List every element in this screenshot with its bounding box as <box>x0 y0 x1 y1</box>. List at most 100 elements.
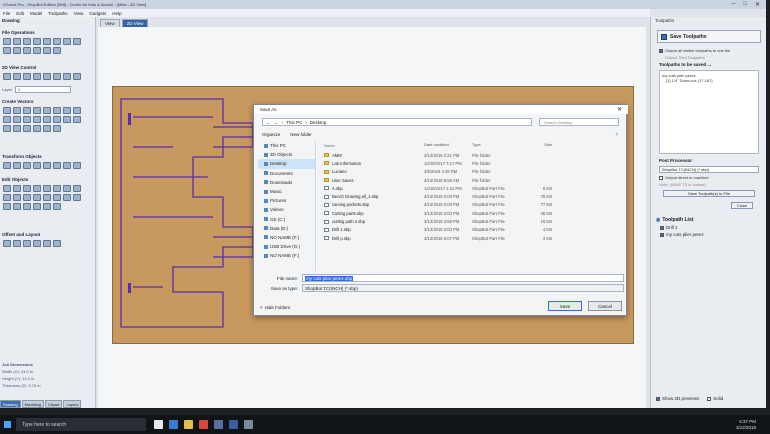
nav-item[interactable]: Documents <box>258 169 315 178</box>
drive-icon <box>264 226 268 231</box>
post-processor-select[interactable]: ShopBot TC(INCH) (*.sbp) <box>659 166 759 173</box>
create-vectors-tools[interactable] <box>3 107 81 132</box>
menu-help[interactable]: Help <box>112 11 121 16</box>
menu-gadgets[interactable]: Gadgets <box>89 11 106 16</box>
nav-item[interactable]: Music <box>258 187 315 196</box>
file-row[interactable]: Bench Drawing all_1.sbp 3/12/2018 3:03 PM… <box>320 192 620 200</box>
nav-item[interactable]: 3D Objects <box>258 150 315 159</box>
file-explorer-icon[interactable] <box>184 420 193 429</box>
nav-item[interactable]: NO NAME (F:) <box>258 233 315 242</box>
hide-folders-toggle[interactable]: ˄ Hide Folders <box>260 305 290 310</box>
view-control-tools[interactable] <box>3 73 81 80</box>
nav-item-selected[interactable]: Desktop <box>258 159 315 169</box>
tab-layers[interactable]: Layers <box>63 400 82 408</box>
breadcrumb-desktop[interactable]: Desktop <box>310 120 327 125</box>
file-date: 3/12/2018 6:07 PM <box>424 235 460 241</box>
solid-option[interactable]: Solid <box>707 396 723 401</box>
help-icon[interactable]: ? <box>615 132 624 137</box>
menu-toolpaths[interactable]: Toolpaths <box>48 11 67 16</box>
dialog-close-icon[interactable]: ✕ <box>617 106 628 113</box>
file-date: 3/12/2018 3:03 PM <box>424 210 460 216</box>
breadcrumb-this-pc[interactable]: This PC <box>286 120 302 125</box>
tab-clipart[interactable]: Clipart <box>44 400 63 408</box>
nav-item[interactable]: Pictures <box>258 196 315 205</box>
file-row[interactable]: cutting path 2.sbp 3/12/2018 3:58 PM ShopB… <box>320 217 620 225</box>
file-size: 19 KB <box>540 219 552 225</box>
pc-icon <box>264 143 268 148</box>
file-operations-tools[interactable] <box>3 38 81 54</box>
save-toolpaths-header: Save Toolpaths <box>657 30 761 43</box>
opt-visible-checkbox[interactable] <box>659 48 663 53</box>
organize-button[interactable]: Organize <box>262 132 280 137</box>
menu-edit[interactable]: Edit <box>16 11 24 16</box>
nav-item[interactable]: Downloads <box>258 178 315 187</box>
toolpath-checkbox[interactable] <box>660 225 664 230</box>
toolpath-item[interactable]: Drill 1 <box>660 225 762 230</box>
file-type: ShopBot Part File <box>472 202 505 208</box>
taskbar-search-input[interactable]: Type here to search <box>16 418 146 431</box>
transform-tools[interactable] <box>3 162 81 169</box>
menu-bar: File Edit Model Toolpaths View Gadgets H… <box>0 9 650 17</box>
tab-drawing[interactable]: Drawing <box>0 400 21 408</box>
opt-visible-row[interactable]: Output all visible toolpaths to one file <box>659 48 730 53</box>
save-button[interactable]: Save <box>548 301 582 311</box>
column-size[interactable]: Size <box>520 142 552 149</box>
nav-item[interactable]: Videos <box>258 205 315 214</box>
file-row[interactable]: Luciano 3/5/2018 4:28 PM File folder <box>320 168 620 176</box>
direct-to-machine-row[interactable]: Output direct to machine <box>659 175 709 180</box>
file-row[interactable]: A.sbp 12/16/2017 1:21 PM ShopBot Part File… <box>320 184 620 192</box>
search-desktop-input[interactable]: Search Desktop <box>539 118 619 126</box>
column-date[interactable]: Date modified <box>424 142 472 149</box>
menu-model[interactable]: Model <box>30 11 42 16</box>
menu-view[interactable]: View <box>74 11 84 16</box>
tab-modeling[interactable]: Modeling <box>21 400 44 408</box>
file-date: 3/12/2018 3:03 PM <box>424 227 460 233</box>
app-icon[interactable] <box>214 420 223 429</box>
maximize-icon[interactable]: □ <box>743 1 747 8</box>
minimize-icon[interactable]: – <box>732 1 735 8</box>
back-arrow-icon[interactable]: ← <box>266 120 271 125</box>
nav-item[interactable]: Data (E:) <box>258 224 315 233</box>
chrome-icon[interactable] <box>199 420 208 429</box>
file-name-input[interactable]: my cuts pilar perez.sbp <box>302 274 624 282</box>
task-view-icon[interactable] <box>154 420 163 429</box>
direct-to-machine-checkbox[interactable] <box>659 175 663 180</box>
layer-select[interactable]: 0 <box>15 86 72 93</box>
saved-item: [1] 1/4" Down-cut (17.187) <box>666 78 713 83</box>
show-2d-previews-checkbox[interactable] <box>656 396 660 401</box>
file-row[interactable]: User Saves 3/12/2018 8:56 AM File folder <box>320 176 620 184</box>
column-type[interactable]: Type <box>472 142 520 149</box>
new-folder-button[interactable]: New folder <box>290 132 312 137</box>
nav-item[interactable]: NO NAME (F:) <box>258 251 315 260</box>
file-row[interactable]: AMM 3/12/2018 2:21 PM File folder <box>320 151 620 159</box>
edge-icon[interactable] <box>169 420 178 429</box>
file-row[interactable]: Lab Information 12/16/2017 7:17 PM File fo… <box>320 159 620 167</box>
file-row[interactable]: Cutting parts.sbp 3/12/2018 3:03 PM ShopBo… <box>320 209 620 217</box>
column-name[interactable]: Name <box>320 142 424 149</box>
up-arrow-icon[interactable]: ↑ <box>281 120 283 125</box>
address-bar[interactable]: ← → ↑ This PC › Desktop <box>262 118 532 126</box>
offset-layout-tools[interactable] <box>3 240 81 247</box>
start-button[interactable] <box>0 415 14 434</box>
file-row[interactable]: carving pockets.sbp 3/12/2018 3:03 PM Shop… <box>320 201 620 209</box>
nav-item[interactable]: This PC <box>258 141 315 150</box>
file-row[interactable]: Drill 1.sbp 3/12/2018 3:03 PM ShopBot Part… <box>320 226 620 234</box>
close-icon[interactable]: ✕ <box>755 1 760 8</box>
solid-checkbox[interactable] <box>707 396 712 401</box>
menu-file[interactable]: File <box>3 11 10 16</box>
taskbar-clock[interactable]: 6:37 PM 3/12/2018 <box>736 419 770 431</box>
close-button[interactable]: Close <box>731 202 753 209</box>
show-2d-previews-option[interactable]: Show 2D previews <box>656 396 699 401</box>
vcarve-icon[interactable] <box>229 420 238 429</box>
cancel-button[interactable]: Cancel <box>588 301 622 311</box>
toolpath-item[interactable]: my cuts plier perez <box>660 232 762 237</box>
save-type-select[interactable]: ShopBot TC(INCH) (*.sbp) <box>302 284 624 292</box>
toolpath-checkbox[interactable] <box>660 232 664 237</box>
nav-item[interactable]: USB Drive (G:) <box>258 242 315 251</box>
edit-objects-tools[interactable] <box>3 185 81 210</box>
app-icon[interactable] <box>244 420 253 429</box>
save-toolpath-to-file-button[interactable]: Save Toolpath(s) to File <box>663 190 755 197</box>
file-row[interactable]: Drill p.sbp 3/12/2018 6:07 PM ShopBot Part… <box>320 234 620 242</box>
nav-item[interactable]: OS (C:) <box>258 215 315 224</box>
forward-arrow-icon[interactable]: → <box>274 120 279 125</box>
